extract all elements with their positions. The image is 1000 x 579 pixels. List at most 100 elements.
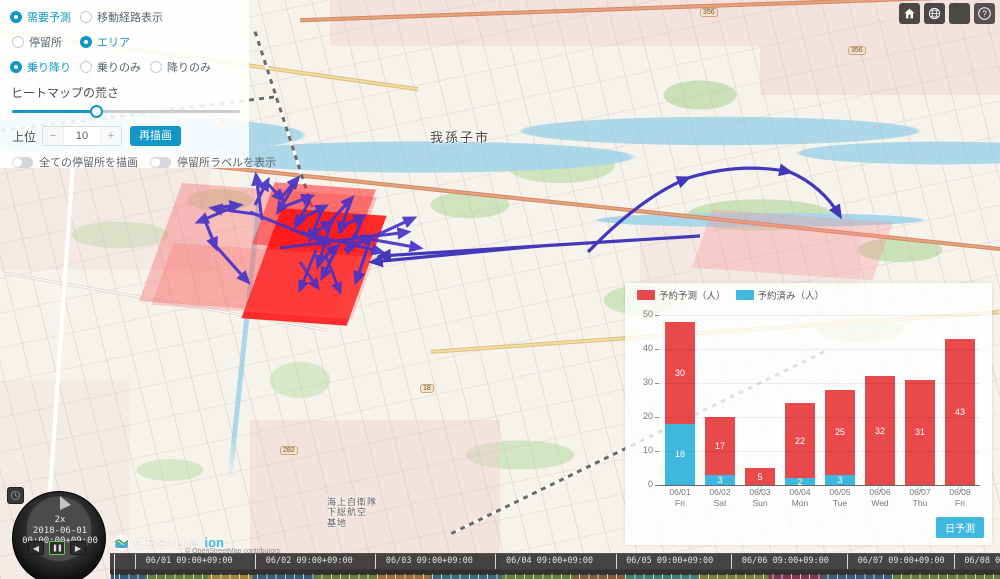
timeline-tick-label: 06/08 09:00+09:00: [964, 556, 1000, 566]
chart-gridline: [659, 349, 980, 350]
pause-button[interactable]: ❚❚: [49, 541, 65, 555]
chart-x-weekday: Fri: [945, 498, 975, 509]
radio-board-and-alight[interactable]: 乗り降り: [10, 59, 80, 75]
chart-bar-group[interactable]: 222: [785, 315, 815, 485]
map-label: 海上自衛隊 下総航空 基地: [327, 498, 377, 529]
chart-segment-predicted: 43: [945, 339, 975, 485]
home-button[interactable]: [899, 3, 920, 24]
projection-button[interactable]: [924, 3, 945, 24]
stepper-increment-button[interactable]: +: [101, 127, 121, 145]
chart-y-tick-label: 20: [635, 411, 653, 421]
chart-x-date: 06/06: [865, 487, 895, 498]
radio-area[interactable]: エリア: [80, 34, 130, 50]
chart-gridline: [659, 315, 980, 316]
radio-alight-only[interactable]: 降りのみ: [150, 59, 211, 75]
control-panel[interactable]: 需要予測 移動経路表示 停留所 エリア 乗り降り: [0, 0, 249, 168]
chart-segment-predicted: 32: [865, 376, 895, 485]
legend-item-booked[interactable]: 予約済み（人）: [736, 288, 825, 302]
radio-route-display[interactable]: 移動経路表示: [80, 9, 163, 25]
road-shield: 356: [700, 8, 718, 17]
radio-icon: [12, 36, 24, 48]
chart-x-date: 06/05: [825, 487, 855, 498]
stepper-decrement-button[interactable]: −: [43, 127, 63, 145]
help-button[interactable]: ?: [974, 3, 995, 24]
radio-icon-selected: [80, 36, 92, 48]
chart-x-date: 06/07: [905, 487, 935, 498]
chart-gridline: [659, 417, 980, 418]
redraw-button[interactable]: 再描画: [130, 126, 181, 146]
radio-icon: [150, 61, 162, 73]
road-shield: 356: [848, 46, 866, 55]
top-n-row: 上位 − 10 + 再描画: [12, 126, 239, 146]
radio-icon-selected: [10, 61, 22, 73]
play-icon: ▶: [75, 544, 81, 553]
chart-bar-group[interactable]: 50: [745, 315, 775, 485]
quantity-stepper[interactable]: − 10 +: [42, 126, 122, 146]
radio-icon-selected: [10, 11, 22, 23]
timeline-major-tick: [135, 554, 136, 569]
radio-demand-forecast[interactable]: 需要予測: [10, 9, 80, 25]
chart-x-label: 06/02Sat: [705, 485, 735, 507]
chart-x-label: 06/04Mon: [785, 485, 815, 507]
chart-segment-booked: 2: [785, 478, 815, 485]
toggles-row: 全ての停留所を描画 停留所ラベルを表示: [12, 154, 239, 170]
timeline-major-tick: [954, 554, 955, 569]
chart-bars: 301817350222253320310430: [660, 315, 980, 485]
reverse-button[interactable]: ◀: [28, 541, 44, 555]
timeline-major-tick: [847, 554, 848, 569]
scene-mode-button[interactable]: [949, 3, 970, 24]
forecast-chart-panel: 予約予測（人） 予約済み（人） 301817350222253320310430…: [625, 283, 992, 545]
pause-icon: ❚❚: [52, 544, 62, 552]
svg-text:?: ?: [982, 9, 987, 18]
chart-bar-group[interactable]: 430: [945, 315, 975, 485]
map-toolbar: ?: [899, 3, 995, 24]
chart-x-weekday: Wed: [865, 498, 895, 509]
chart-bar-group[interactable]: 253: [825, 315, 855, 485]
chart-segment-predicted: 17: [705, 417, 735, 475]
chart-bar-group[interactable]: 320: [865, 315, 895, 485]
chart-x-label: 06/07Thu: [905, 485, 935, 507]
legend-label-booked: 予約済み（人）: [758, 288, 825, 302]
toggle-draw-all-stops[interactable]: [12, 157, 33, 168]
timeline-major-tick: [255, 554, 256, 569]
radio-label: 降りのみ: [167, 59, 211, 75]
chart-legend: 予約予測（人） 予約済み（人）: [625, 283, 992, 302]
timeline-major-tick: [731, 554, 732, 569]
chart-plot-area: 301817350222253320310430 06/01Fri06/02Sa…: [637, 315, 980, 507]
radio-board-only[interactable]: 乗りのみ: [80, 59, 150, 75]
radio-bus-stop[interactable]: 停留所: [12, 34, 80, 50]
chart-bar-group[interactable]: 173: [705, 315, 735, 485]
chart-bar-group[interactable]: 310: [905, 315, 935, 485]
legend-item-predicted[interactable]: 予約予測（人）: [637, 288, 726, 302]
timeline-ticks: [110, 568, 1000, 579]
chart-y-tick-label: 10: [635, 445, 653, 455]
scene-mode-icon: [955, 9, 965, 19]
heatmap-resolution-slider[interactable]: [12, 105, 240, 119]
chart-axis-line: [659, 485, 980, 486]
home-icon: [903, 7, 916, 20]
chart-y-tick: [655, 485, 659, 486]
animation-date: 2018-06-01: [20, 526, 100, 537]
reverse-icon: ◀: [33, 544, 39, 553]
timeline-needle[interactable]: [114, 554, 115, 579]
chart-segment-booked: 3: [705, 475, 735, 485]
toggle-show-stop-labels-label: 停留所ラベルを表示: [177, 154, 276, 170]
boarding-radio-row: 乗り降り 乗りのみ 降りのみ: [10, 59, 239, 75]
timeline-major-tick: [495, 554, 496, 569]
slider-knob[interactable]: [90, 105, 103, 118]
timeline[interactable]: 06/01 09:00+09:0006/02 09:00+09:0006/03 …: [110, 553, 1000, 579]
toggle-show-stop-labels[interactable]: [150, 157, 171, 168]
chart-x-label: 06/03Sun: [745, 485, 775, 507]
radio-label: 乗り降り: [27, 59, 71, 75]
day-forecast-button[interactable]: 日予測: [936, 517, 984, 538]
animation-widget[interactable]: 2x 2018-06-01 00:00:00+09:00 ◀ ❚❚ ▶: [6, 487, 108, 557]
stepper-value[interactable]: 10: [63, 127, 101, 145]
play-button[interactable]: ▶: [70, 541, 86, 555]
road-shield: 18: [420, 384, 434, 393]
radio-label: 停留所: [29, 34, 62, 50]
timeline-tick-label: 06/06 09:00+09:00: [742, 556, 829, 566]
chart-bar-group[interactable]: 3018: [665, 315, 695, 485]
chart-segment-booked: 18: [665, 424, 695, 485]
radio-icon: [80, 61, 92, 73]
chart-segment-predicted: 5: [745, 468, 775, 485]
